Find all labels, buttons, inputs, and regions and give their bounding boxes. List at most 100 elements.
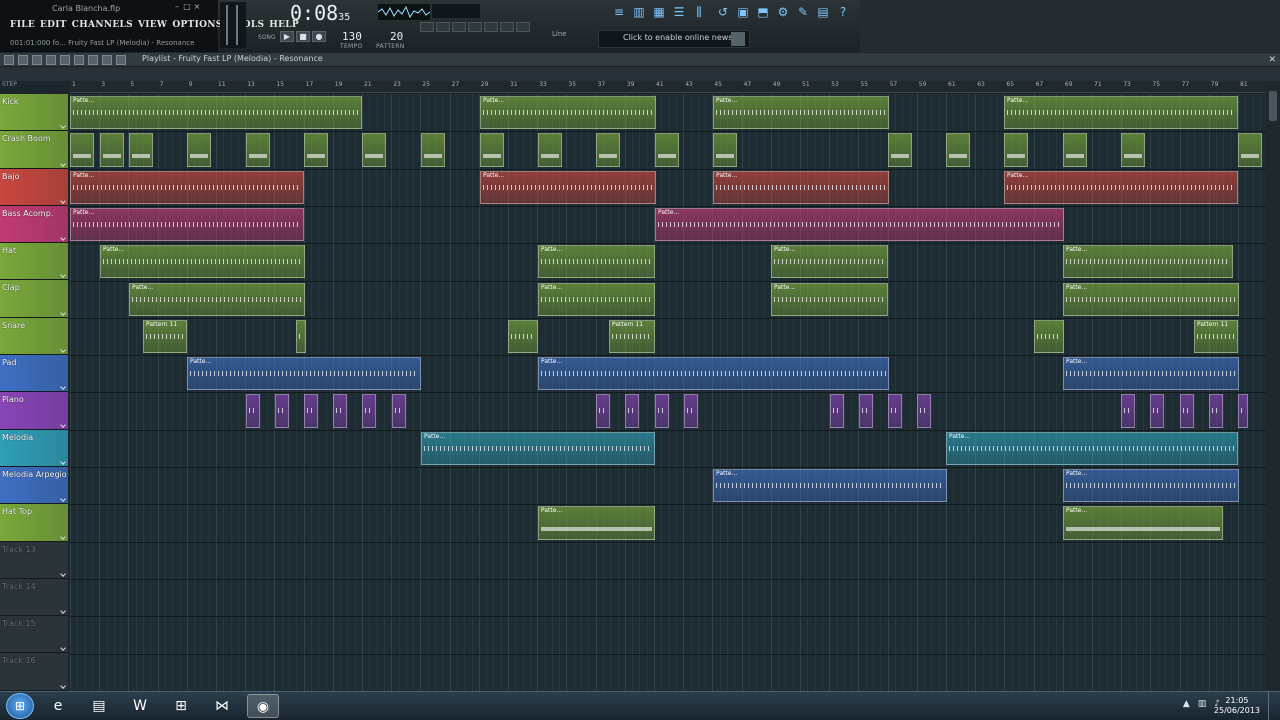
undo-icon[interactable]: ↺ [716,5,730,19]
show-hidden-icon[interactable]: ▲ [1183,699,1190,709]
pattern-clip[interactable] [538,133,562,167]
track-menu-arrow-icon[interactable] [60,459,66,465]
track-menu-arrow-icon[interactable] [60,421,66,428]
pattern-clip[interactable]: Patte... [70,207,304,242]
pattern-clip[interactable] [187,133,211,167]
blend-button[interactable] [468,22,482,32]
delete-tool-icon[interactable] [46,55,56,65]
pattern-clip[interactable] [1209,394,1223,428]
track-header[interactable]: Hat Top [0,504,68,542]
vertical-scrollbar[interactable] [1266,81,1280,691]
pattern-clip[interactable]: Patte... [421,431,655,465]
pattern-clip[interactable] [1150,394,1164,428]
mixer-icon[interactable]: ⫼ [692,5,706,19]
pattern-clip[interactable] [304,133,328,167]
draw-tool-icon[interactable] [18,55,28,65]
step-edit-button[interactable] [500,22,514,32]
pattern-clip[interactable] [480,133,504,167]
track-menu-arrow-icon[interactable] [60,384,66,391]
clock[interactable]: 21:05 25/06/2013 [1214,696,1260,716]
piano-roll-icon[interactable]: ▥ [632,5,646,19]
track-header[interactable]: Bajo [0,168,68,206]
pattern-clip[interactable] [888,133,912,167]
network-tray-icon[interactable]: ▥ [1198,699,1207,709]
word-icon[interactable]: W [124,694,156,718]
pattern-clip[interactable] [275,394,289,428]
pattern-clip[interactable] [655,394,669,428]
pattern-clip[interactable]: Patte... [538,506,655,540]
track-header[interactable]: Bass Acomp. [0,205,68,244]
track-menu-arrow-icon[interactable] [60,682,66,689]
pattern-clip[interactable]: Patte... [713,469,947,503]
track-menu-arrow-icon[interactable] [60,160,66,167]
track-menu-arrow-icon[interactable] [60,347,66,353]
pattern-clip[interactable]: Patte... [1063,469,1239,503]
pattern-clip[interactable] [596,133,620,167]
pattern-value[interactable]: 20 [390,30,403,43]
playlist-menu-icon[interactable] [4,55,14,65]
pattern-clip[interactable] [508,319,538,354]
pattern-clip[interactable] [246,133,270,167]
pattern-clip[interactable] [596,394,610,428]
pattern-clip[interactable] [296,319,306,354]
menu-view[interactable]: VIEW [138,20,167,30]
pattern-clip[interactable] [625,394,639,428]
pattern-clip[interactable]: Patte... [1063,245,1233,279]
restore-icon[interactable]: □ [183,3,191,11]
pattern-clip[interactable]: Patte... [1063,282,1239,316]
zoom-tool-icon[interactable] [102,55,112,65]
track-header[interactable]: Melodia Arpegio [0,466,68,505]
pattern-clip[interactable]: Pattern 11 [143,319,187,354]
playlist-close-icon[interactable]: ✕ [1268,55,1276,65]
news-icon[interactable] [731,32,745,46]
pattern-clip[interactable]: Patte... [946,431,1238,465]
track-header[interactable]: Clap [0,280,68,318]
pattern-clip[interactable] [246,394,260,428]
ie-icon[interactable]: e [42,694,74,718]
minimize-icon[interactable]: – [173,3,181,11]
pattern-clip[interactable]: Patte... [1063,506,1223,540]
select-tool-icon[interactable] [88,55,98,65]
pattern-clip[interactable]: Patte... [480,170,656,204]
network-icon[interactable]: ⊞ [165,694,197,718]
tempo-value[interactable]: 130 [342,30,362,43]
track-header[interactable]: Track 15 [0,616,68,654]
track-menu-arrow-icon[interactable] [60,309,66,316]
online-news-panel[interactable]: Click to enable online news [598,30,750,48]
mute-tool-icon[interactable] [60,55,70,65]
pattern-clip[interactable] [1004,133,1028,167]
song-mode-button[interactable] [436,22,450,32]
track-header[interactable]: Kick [0,94,68,132]
pattern-clip[interactable] [100,133,124,167]
snap-value[interactable]: Line [552,30,567,38]
pattern-clip[interactable] [655,133,679,167]
track-menu-arrow-icon[interactable] [60,645,66,652]
show-desktop-button[interactable] [1268,692,1280,720]
track-menu-arrow-icon[interactable] [60,198,66,204]
pattern-clip[interactable] [1238,133,1262,167]
pattern-clip[interactable]: Patte... [713,170,889,204]
timeline-ruler[interactable]: 1 3 5 7 9 11 13 15 17 19 21 23 25 27 29 31 33 35 37 39 41 43 4… [70,81,1266,93]
pattern-clip[interactable] [946,133,970,167]
pattern-clip[interactable] [830,394,844,428]
pattern-clip[interactable]: Patte... [538,357,889,391]
flstudio-icon[interactable]: ◉ [247,694,279,718]
playlist-icon[interactable]: ≡ [612,5,626,19]
pattern-clip[interactable]: Patte... [70,170,304,204]
track-header[interactable]: Crash Boom [0,131,68,169]
info-icon[interactable]: ▤ [816,5,830,19]
pattern-clip[interactable]: Patte... [538,282,655,316]
track-menu-arrow-icon[interactable] [60,272,66,279]
pattern-clip[interactable]: Patte... [70,96,362,130]
pattern-clip[interactable] [70,133,94,167]
track-header[interactable]: Track 14 [0,578,68,617]
record-button[interactable]: ● [312,31,326,42]
play-button[interactable]: ▶ [280,31,294,42]
pattern-clip[interactable] [362,394,376,428]
explorer-icon[interactable]: ▤ [83,694,115,718]
pattern-clip[interactable]: Patte... [713,96,889,130]
pattern-clip[interactable]: Patte... [129,282,305,316]
pattern-clip[interactable]: Patte... [480,96,656,130]
track-header[interactable]: Hat [0,243,68,281]
menu-channels[interactable]: CHANNELS [72,20,133,30]
